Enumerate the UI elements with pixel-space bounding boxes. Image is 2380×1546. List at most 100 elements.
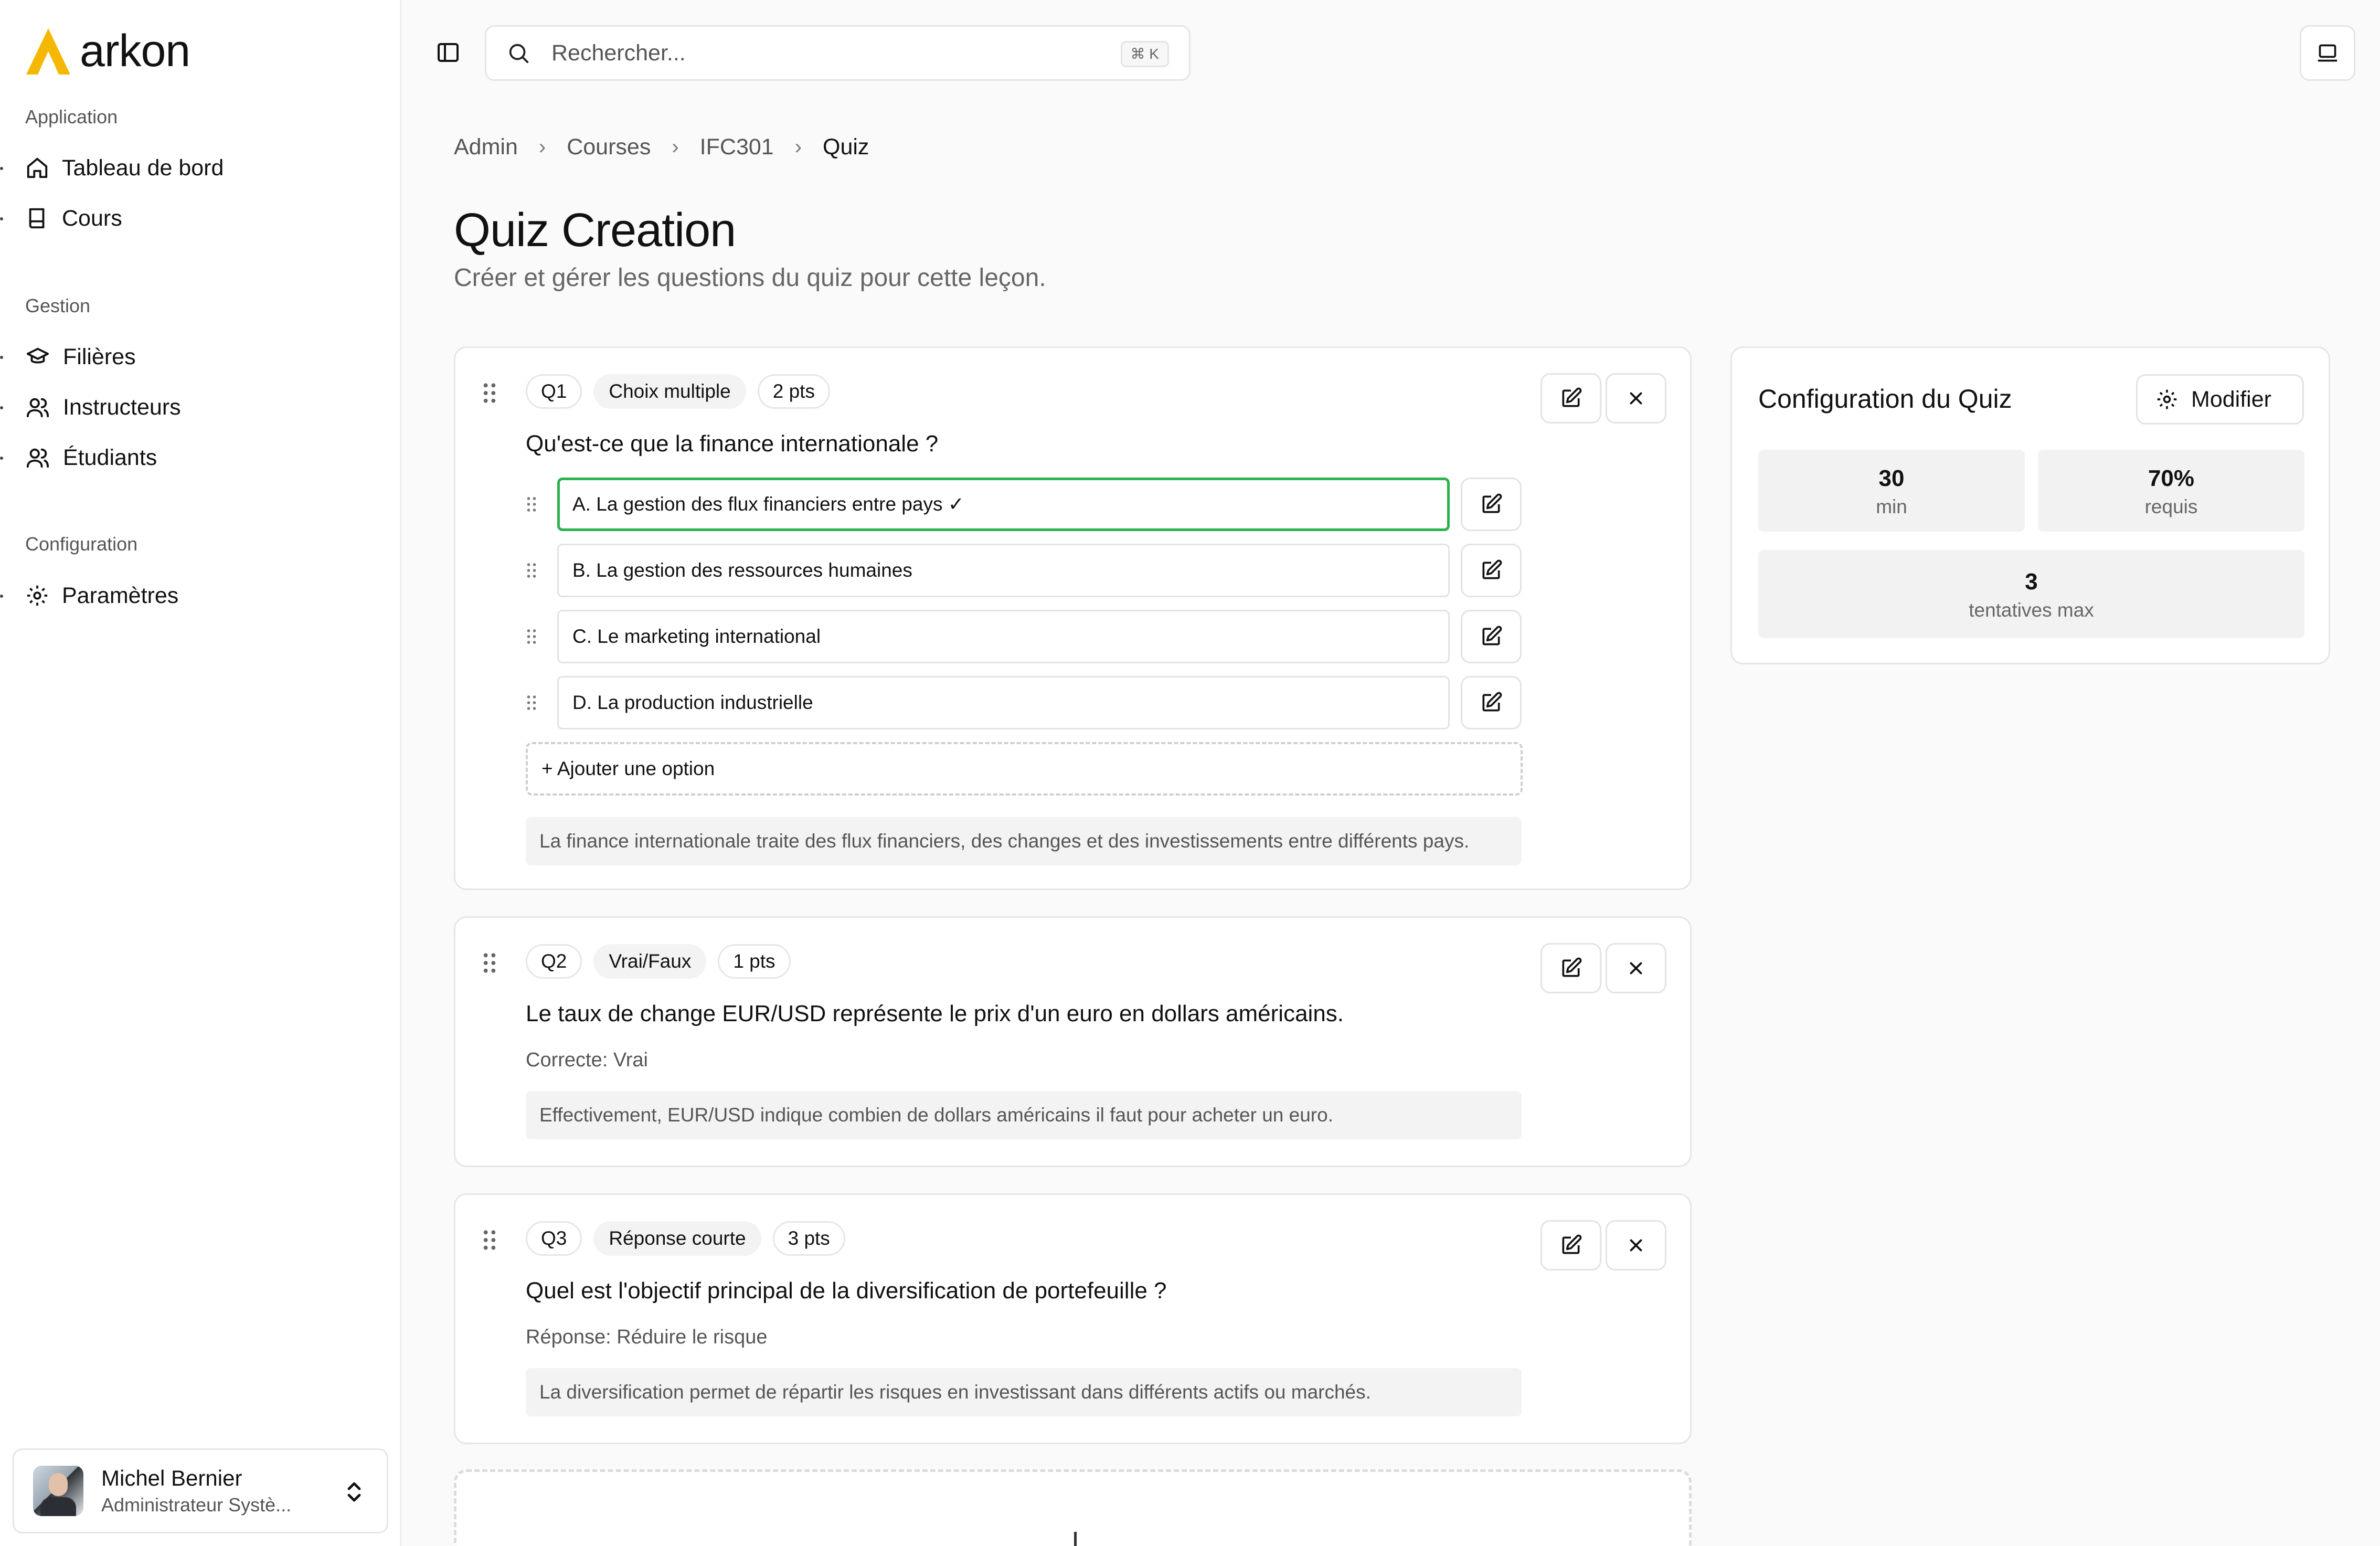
option-input-correct[interactable]: A. La gestion des flux financiers entre … <box>557 478 1450 531</box>
search-shortcut-badge: ⌘ K <box>1120 41 1169 67</box>
sidebar-item-etudiants[interactable]: Étudiants <box>25 439 157 476</box>
edit-icon <box>1482 559 1502 579</box>
option-row: A. La gestion des flux financiers entre … <box>526 478 1523 531</box>
duration-value: 30 <box>1878 465 1905 491</box>
correct-answer: Réponse: Réduire le risque <box>526 1326 768 1348</box>
question-points-badge: 3 pts <box>772 1221 845 1256</box>
search-bar[interactable]: ⌘ K <box>485 25 1191 81</box>
search-input[interactable] <box>551 40 1076 66</box>
search-icon <box>509 44 529 63</box>
chevron-right-icon: › <box>672 135 679 158</box>
grip-vertical-icon[interactable] <box>526 694 537 712</box>
option-row: D. La production industrielle <box>526 676 1523 729</box>
user-menu[interactable]: Michel Bernier Administrateur Systè... <box>13 1448 388 1533</box>
sidebar-item-label: Instructeurs <box>63 394 181 420</box>
app-logo[interactable]: arkon <box>24 25 190 77</box>
nav-indicator <box>0 167 3 170</box>
sidebar-item-label: Paramètres <box>62 583 179 608</box>
edit-icon <box>1562 1234 1582 1254</box>
option-input[interactable]: C. Le marketing international <box>557 610 1450 663</box>
grip-vertical-icon[interactable] <box>526 562 537 579</box>
grip-vertical-icon[interactable] <box>482 1229 497 1252</box>
question-explanation: La finance internationale traite des flu… <box>526 817 1522 865</box>
breadcrumb-courses[interactable]: Courses <box>567 134 651 160</box>
delete-question-button[interactable] <box>1606 373 1666 423</box>
modify-config-button[interactable]: Modifier <box>2136 374 2304 425</box>
edit-question-button[interactable] <box>1540 373 1601 423</box>
edit-icon <box>1482 626 1502 645</box>
nav-section-configuration: Configuration <box>25 533 138 555</box>
close-icon <box>1630 962 1642 975</box>
option-row: B. La gestion des ressources humaines <box>526 544 1523 597</box>
nav-section-application: Application <box>25 106 118 128</box>
edit-question-button[interactable] <box>1540 943 1601 993</box>
sidebar-item-label: Tableau de bord <box>62 155 224 181</box>
option-input[interactable]: B. La gestion des ressources humaines <box>557 544 1450 597</box>
config-title: Configuration du Quiz <box>1758 384 2012 414</box>
sidebar-item-label: Filières <box>63 344 136 369</box>
breadcrumb-course[interactable]: IFC301 <box>700 134 774 160</box>
question-points-badge: 2 pts <box>757 374 830 409</box>
sidebar-item-filieres[interactable]: Filières <box>25 338 136 375</box>
sidebar-item-parametres[interactable]: Paramètres <box>25 577 178 614</box>
question-badges: Q1 Choix multiple 2 pts <box>526 374 842 409</box>
breadcrumb: Admin › Courses › IFC301 › Quiz <box>454 134 869 160</box>
laptop-icon <box>2318 44 2338 62</box>
sidebar-item-label: Étudiants <box>63 444 157 470</box>
sidebar-item-label: Cours <box>62 205 122 231</box>
grip-vertical-icon[interactable] <box>482 951 497 975</box>
attempts-stat: 3 tentatives max <box>1758 550 2304 638</box>
question-explanation: La diversification permet de répartir le… <box>526 1368 1522 1416</box>
edit-option-button[interactable] <box>1461 544 1522 597</box>
nav-section-gestion: Gestion <box>25 295 91 316</box>
question-number-badge: Q2 <box>526 944 582 979</box>
chevron-right-icon: › <box>794 135 802 158</box>
breadcrumb-admin[interactable]: Admin <box>454 134 518 160</box>
add-option-button[interactable]: + Ajouter une option <box>526 742 1523 796</box>
users-icon <box>26 448 49 468</box>
graduation-cap-icon <box>26 347 49 364</box>
grip-vertical-icon[interactable] <box>526 628 537 645</box>
quiz-config-panel: Configuration du Quiz Modifier 30 min 70… <box>1730 346 2330 664</box>
close-icon <box>1630 392 1642 405</box>
edit-icon <box>1482 692 1502 712</box>
option-row: C. Le marketing international <box>526 610 1523 663</box>
option-input[interactable]: D. La production industrielle <box>557 676 1450 729</box>
sidebar-item-courses[interactable]: Cours <box>25 200 122 237</box>
nav-indicator <box>0 457 3 460</box>
sidebar-item-dashboard[interactable]: Tableau de bord <box>25 150 224 186</box>
sidebar-toggle-button[interactable] <box>435 40 461 65</box>
question-text: Le taux de change EUR/USD représente le … <box>526 1001 1344 1026</box>
edit-option-button[interactable] <box>1461 478 1522 531</box>
attempts-unit: tentatives max <box>1969 599 2094 621</box>
question-card-q2: Q2 Vrai/Faux 1 pts Le taux de change EUR… <box>454 916 1692 1167</box>
chevron-right-icon: › <box>538 135 546 158</box>
avatar <box>33 1466 83 1516</box>
edit-option-button[interactable] <box>1461 676 1522 729</box>
grip-vertical-icon[interactable] <box>526 495 537 513</box>
add-question-card[interactable] <box>454 1469 1692 1546</box>
question-card-q1: Q1 Choix multiple 2 pts Qu'est-ce que la… <box>454 346 1692 890</box>
edit-question-button[interactable] <box>1540 1220 1601 1270</box>
duration-stat: 30 min <box>1758 450 2025 532</box>
home-icon <box>27 157 48 178</box>
edit-option-button[interactable] <box>1461 610 1522 663</box>
page-title: Quiz Creation <box>454 204 736 257</box>
question-type-badge: Choix multiple <box>593 374 746 409</box>
delete-question-button[interactable] <box>1606 1220 1666 1270</box>
attempts-value: 3 <box>2025 569 2038 595</box>
edit-icon <box>1482 493 1502 513</box>
sidebar-item-instructeurs[interactable]: Instructeurs <box>25 389 181 426</box>
question-badges: Q3 Réponse courte 3 pts <box>526 1221 857 1256</box>
question-explanation: Effectivement, EUR/USD indique combien d… <box>526 1091 1522 1139</box>
nav-indicator <box>0 595 3 598</box>
delete-question-button[interactable] <box>1606 943 1666 993</box>
arkon-logo-icon <box>26 28 70 75</box>
panel-left-icon <box>438 43 459 62</box>
correct-answer: Correcte: Vrai <box>526 1049 648 1071</box>
grip-vertical-icon[interactable] <box>482 382 497 405</box>
question-number-badge: Q1 <box>526 374 582 409</box>
device-preview-button[interactable] <box>2300 25 2355 81</box>
sidebar: arkon Application Tableau de bord Cours … <box>0 0 401 1546</box>
duration-unit: min <box>1876 496 1907 517</box>
